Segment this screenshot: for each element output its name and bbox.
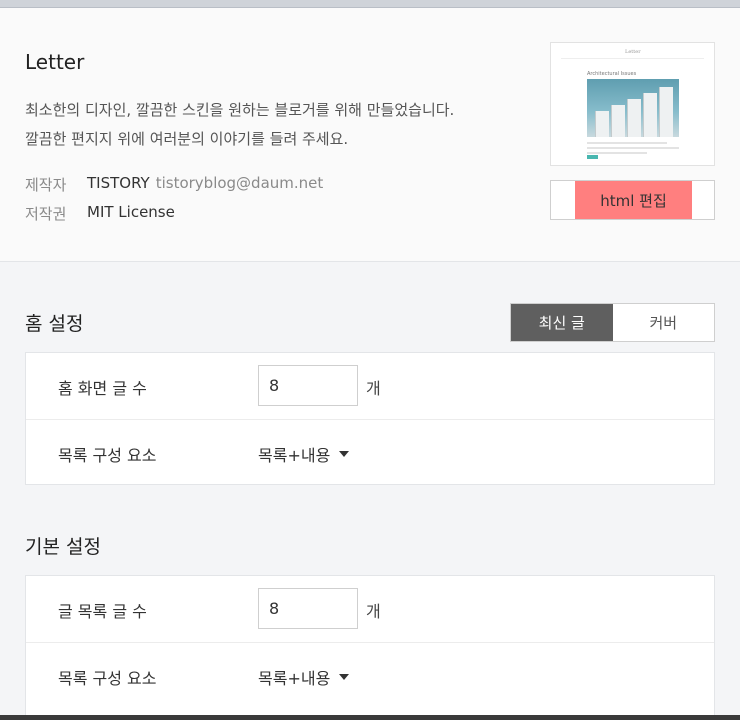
home-list-component-label: 목록 구성 요소 xyxy=(58,446,157,465)
home-post-count-row: 홈 화면 글 수 개 xyxy=(26,353,714,419)
basic-list-component-row: 목록 구성 요소 목록+내용 xyxy=(26,642,714,708)
basic-post-count-row: 글 목록 글 수 개 xyxy=(26,576,714,642)
preview-text-line xyxy=(587,147,679,149)
basic-list-component-select[interactable]: 목록+내용 xyxy=(258,665,350,689)
preview-logo: Letter xyxy=(625,49,641,55)
license-value: MIT License xyxy=(87,203,175,221)
home-post-count-unit: 개 xyxy=(366,379,381,398)
preview-heading: Architectural Issues xyxy=(587,71,637,77)
basic-post-count-unit: 개 xyxy=(366,602,381,621)
home-list-component-row: 목록 구성 요소 목록+내용 xyxy=(26,419,714,485)
basic-list-component-label: 목록 구성 요소 xyxy=(58,669,157,688)
basic-post-count-input[interactable] xyxy=(258,588,358,629)
maker-label: 제작자 xyxy=(25,176,67,194)
preview-image-pillar xyxy=(643,93,657,137)
license-label: 저작권 xyxy=(25,205,67,223)
bottom-border xyxy=(0,715,740,720)
preview-text-line xyxy=(587,152,647,154)
skin-description: 최소한의 디자인, 깔끔한 스킨을 원하는 블로거를 위해 만들었습니다. 깔끔… xyxy=(25,96,454,154)
html-edit-button[interactable]: html 편집 xyxy=(550,180,715,220)
basic-list-component-value: 목록+내용 xyxy=(258,669,331,688)
preview-image-pillar xyxy=(627,99,641,137)
preview-button xyxy=(587,155,598,159)
preview-image xyxy=(587,79,679,137)
preview-image-pillar xyxy=(595,111,609,137)
home-settings-panel: 홈 화면 글 수 개 목록 구성 요소 목록+내용 xyxy=(25,352,715,485)
home-post-count-label: 홈 화면 글 수 xyxy=(58,379,147,398)
chevron-down-icon xyxy=(339,674,350,680)
home-post-count-input[interactable] xyxy=(258,365,358,406)
basic-post-count-label: 글 목록 글 수 xyxy=(58,602,147,621)
maker-name: TISTORY xyxy=(87,174,150,192)
preview-divider xyxy=(561,58,704,59)
preview-image-pillar xyxy=(611,105,625,137)
maker-email: tistoryblog@daum.net xyxy=(155,174,324,192)
cover-toggle[interactable]: 커버 xyxy=(612,304,714,341)
maker-row: 제작자 TISTORY tistoryblog@daum.net xyxy=(25,174,323,195)
latest-posts-toggle[interactable]: 최신 글 xyxy=(511,304,613,341)
license-row: 저작권 MIT License xyxy=(25,203,175,224)
basic-settings-title: 기본 설정 xyxy=(25,536,101,558)
preview-image-pillar xyxy=(659,87,673,137)
home-type-toggle: 최신 글 커버 xyxy=(510,303,715,342)
skin-name: Letter xyxy=(25,50,85,74)
chevron-down-icon xyxy=(339,451,350,457)
preview-text-line xyxy=(587,142,667,144)
home-list-component-value: 목록+내용 xyxy=(258,446,331,465)
html-edit-label: html 편집 xyxy=(575,181,692,219)
skin-description-line-2: 깔끔한 편지지 위에 여러분의 이야기를 들려 주세요. xyxy=(25,130,349,148)
top-border xyxy=(0,0,740,8)
skin-description-line-1: 최소한의 디자인, 깔끔한 스킨을 원하는 블로거를 위해 만들었습니다. xyxy=(25,101,455,119)
skin-preview-thumbnail: Letter Architectural Issues xyxy=(550,42,715,166)
home-list-component-select[interactable]: 목록+내용 xyxy=(258,442,350,466)
basic-settings-panel: 글 목록 글 수 개 목록 구성 요소 목록+내용 xyxy=(25,575,715,720)
home-settings-title: 홈 설정 xyxy=(25,313,84,335)
